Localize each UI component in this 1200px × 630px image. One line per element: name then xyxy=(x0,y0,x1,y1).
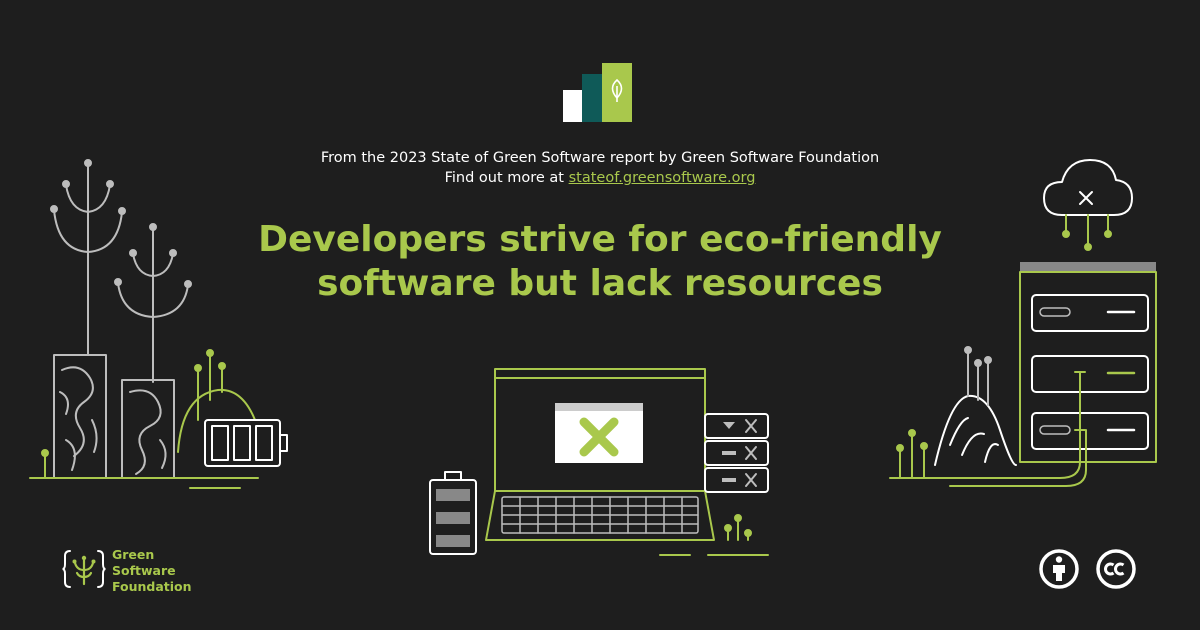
social-card: From the 2023 State of Green Software re… xyxy=(0,0,1200,630)
hill-icon xyxy=(896,346,1017,479)
headline-line-1: Developers strive for eco-friendly xyxy=(258,219,942,260)
org-name: Green Software Foundation xyxy=(112,547,192,595)
battery-icon xyxy=(204,419,288,467)
error-x-icon xyxy=(555,403,643,463)
tree-icon xyxy=(50,159,126,356)
headline-line-2: software but lack resources xyxy=(317,263,883,304)
report-link[interactable]: stateof.greensoftware.org xyxy=(569,170,756,186)
source-link-line: Find out more at stateof.greensoftware.o… xyxy=(0,170,1200,186)
battery-icon xyxy=(429,471,477,555)
gsf-logo-icon xyxy=(62,550,106,588)
server-icon xyxy=(704,413,769,493)
attribution-icon xyxy=(1039,549,1079,589)
source-attribution: From the 2023 State of Green Software re… xyxy=(320,150,880,166)
tree-icon xyxy=(114,223,192,383)
source-link-prefix: Find out more at xyxy=(444,170,569,186)
creative-commons-icon xyxy=(1096,549,1136,589)
org-name-line: Green xyxy=(112,547,155,562)
report-logo xyxy=(563,63,632,122)
org-name-line: Software xyxy=(112,563,176,578)
headline: Developers strive for eco-friendly softw… xyxy=(200,218,1000,306)
org-name-line: Foundation xyxy=(112,579,192,594)
